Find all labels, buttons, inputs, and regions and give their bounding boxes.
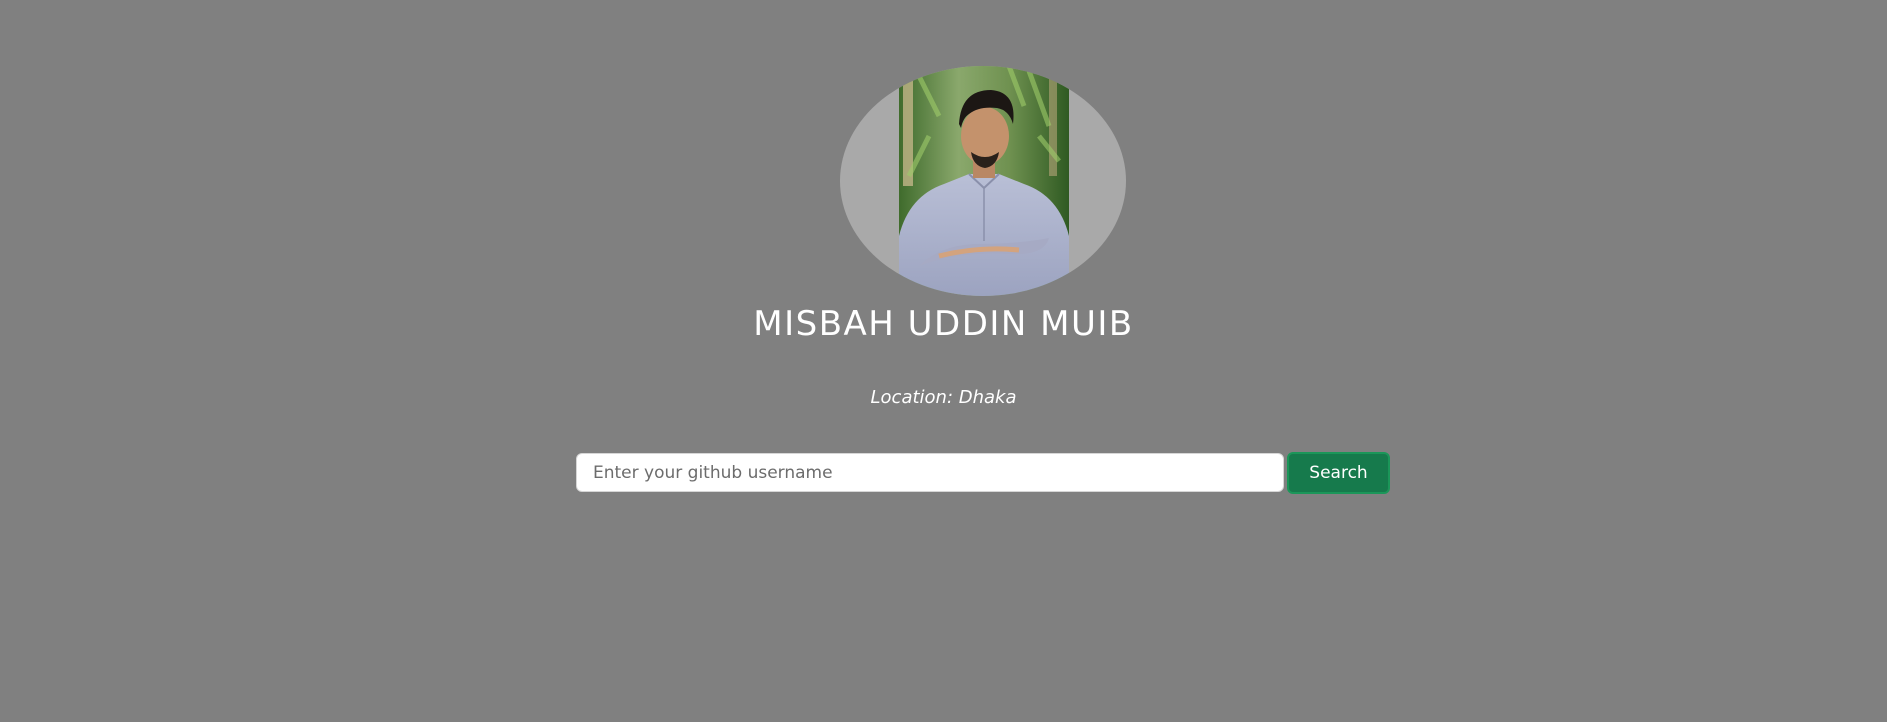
profile-photo — [899, 66, 1069, 296]
profile-page: MISBAH UDDIN MUIB Location: Dhaka Search — [0, 0, 1887, 722]
search-button[interactable]: Search — [1287, 452, 1390, 494]
github-username-input[interactable] — [576, 453, 1284, 492]
profile-location: Location: Dhaka — [870, 387, 1017, 408]
profile-name: MISBAH UDDIN MUIB — [753, 304, 1134, 344]
avatar — [840, 66, 1126, 296]
search-bar: Search — [576, 452, 1390, 494]
